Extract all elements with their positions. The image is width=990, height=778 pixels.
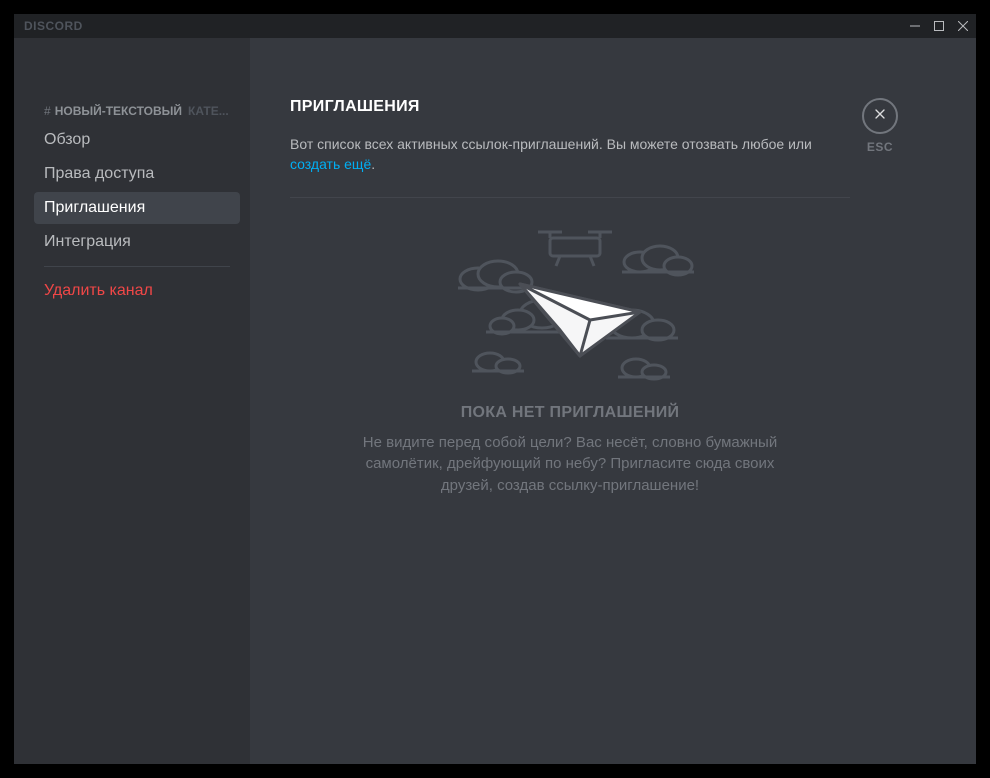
hash-icon: #	[44, 104, 51, 118]
sidebar-header: # НОВЫЙ-ТЕКСТОВЫЙ КАТЕ...	[34, 98, 240, 124]
minimize-icon[interactable]	[910, 21, 920, 31]
sidebar-item-integrations[interactable]: Интеграция	[34, 226, 240, 258]
content-column: ПРИГЛАШЕНИЯ Вот список всех активных ссы…	[250, 38, 976, 764]
empty-title: ПОКА НЕТ ПРИГЛАШЕНИЙ	[298, 404, 842, 422]
sidebar-item-label: Обзор	[44, 131, 90, 148]
page-title: ПРИГЛАШЕНИЯ	[290, 98, 850, 116]
divider	[290, 197, 850, 198]
desc-suffix: .	[371, 156, 375, 172]
sidebar-item-label: Интеграция	[44, 233, 131, 250]
close-button[interactable]	[862, 98, 898, 134]
paper-plane-art	[430, 216, 710, 386]
desc-text: Вот список всех активных ссылок-приглаше…	[290, 136, 812, 152]
sidebar-separator	[44, 266, 230, 267]
sidebar-item-permissions[interactable]: Права доступа	[34, 158, 240, 190]
channel-name: НОВЫЙ-ТЕКСТОВЫЙ	[55, 104, 182, 118]
maximize-icon[interactable]	[934, 21, 944, 31]
sidebar-item-label: Права доступа	[44, 165, 154, 182]
sidebar-item-label: Приглашения	[44, 199, 145, 216]
empty-state: ПОКА НЕТ ПРИГЛАШЕНИЙ Не видите перед соб…	[290, 216, 850, 497]
app-name: DISCORD	[24, 19, 83, 33]
close-column: ESC	[850, 98, 910, 724]
sidebar: # НОВЫЙ-ТЕКСТОВЫЙ КАТЕ... Обзор Права до…	[14, 38, 250, 764]
close-window-icon[interactable]	[958, 21, 968, 31]
empty-body: Не видите перед собой цели? Вас несёт, с…	[340, 432, 800, 497]
esc-label: ESC	[867, 140, 893, 154]
sidebar-item-delete-channel[interactable]: Удалить канал	[34, 275, 240, 307]
sidebar-item-label: Удалить канал	[44, 282, 153, 299]
sidebar-item-overview[interactable]: Обзор	[34, 124, 240, 156]
page-description: Вот список всех активных ссылок-приглаше…	[290, 134, 850, 175]
create-invite-link[interactable]: создать ещё	[290, 156, 371, 172]
titlebar: DISCORD	[14, 14, 976, 38]
sidebar-item-invites[interactable]: Приглашения	[34, 192, 240, 224]
category-label: КАТЕ...	[188, 104, 229, 118]
window-controls	[910, 21, 968, 31]
close-icon	[872, 106, 888, 127]
